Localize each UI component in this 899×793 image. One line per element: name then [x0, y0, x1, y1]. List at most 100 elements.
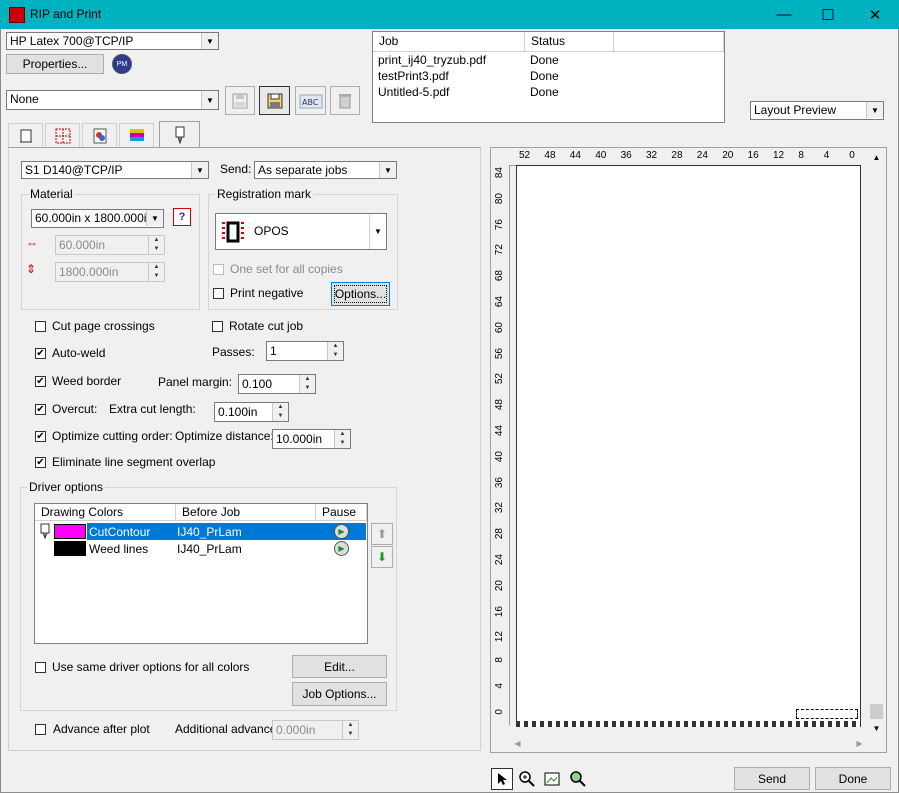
tiling-tab-icon[interactable]	[45, 123, 80, 147]
preview-mode-select[interactable]: Layout Preview ▼	[750, 101, 884, 120]
registration-mark-select[interactable]: OPOS ▼	[215, 213, 387, 250]
send-label: Send:	[220, 162, 252, 176]
width-arrow-icon: ⇔	[26, 236, 38, 250]
layout-tab-icon[interactable]	[8, 123, 43, 147]
vertical-scrollbar[interactable]: ▲ ▼	[868, 149, 885, 734]
material-size-select[interactable]: 60.000in x 1800.000in ▼	[31, 209, 164, 228]
driver-column-pause[interactable]: Pause	[316, 504, 367, 521]
spin-arrows-icon[interactable]: ▲ ▼	[334, 430, 350, 448]
cutter-select[interactable]: S1 D140@TCP/IP ▼	[21, 161, 209, 179]
job-name[interactable]: testPrint3.pdf	[378, 69, 449, 83]
registration-options-button[interactable]: Options...	[331, 282, 390, 306]
advance-after-plot-checkbox[interactable]	[35, 724, 46, 735]
zoom-in-icon[interactable]	[516, 768, 538, 790]
driver-colors-list[interactable]: Drawing Colors Before Job Pause CutConto…	[34, 503, 368, 644]
preset-select[interactable]: None ▼	[6, 90, 219, 110]
fit-page-icon[interactable]	[541, 768, 563, 790]
media-sheet[interactable]	[516, 165, 861, 722]
driver-before-job: IJ40_PrLam	[177, 542, 242, 556]
job-thumbnail[interactable]	[796, 709, 858, 719]
material-length-field: 1800.000in ▲ ▼	[55, 262, 165, 282]
driver-column-before-job[interactable]: Before Job	[176, 504, 316, 521]
color-tab-icon[interactable]	[82, 123, 117, 147]
jobs-column-status[interactable]: Status	[525, 32, 614, 52]
material-help-icon[interactable]: ?	[173, 208, 191, 226]
print-negative-label: Print negative	[230, 286, 304, 300]
move-down-icon[interactable]: ⬇	[371, 546, 393, 568]
send-button[interactable]: Send	[734, 767, 810, 790]
delete-icon[interactable]	[330, 86, 360, 115]
material-width-value: 60.000in	[59, 238, 106, 252]
extra-cut-field[interactable]: 0.100in ▲ ▼	[214, 402, 289, 422]
maximize-button[interactable]: ☐	[805, 0, 851, 29]
driver-color-name: Weed lines	[89, 542, 149, 556]
jobs-column-job[interactable]: Job	[373, 32, 525, 52]
jobs-list[interactable]: Job Status print_ij40_tryzub.pdf Done te…	[372, 31, 725, 123]
save-as-icon[interactable]	[259, 86, 290, 115]
cut-page-crossings-checkbox[interactable]	[35, 321, 46, 332]
driver-row[interactable]: Weed lines IJ40_PrLam ▶	[36, 540, 366, 557]
job-options-button[interactable]: Job Options...	[292, 682, 387, 706]
optimize-distance-value: 10.000in	[276, 432, 323, 446]
printer-select[interactable]: HP Latex 700@TCP/IP ▼	[6, 32, 219, 50]
scroll-left-icon[interactable]: ◀	[509, 735, 526, 752]
auto-weld-checkbox[interactable]: ✔	[35, 348, 46, 359]
marks-tab-icon[interactable]	[119, 123, 154, 147]
pointer-icon[interactable]	[491, 768, 513, 790]
move-up-icon[interactable]: ⬆	[371, 523, 393, 545]
opos-mark-icon	[222, 220, 244, 244]
same-options-checkbox[interactable]	[35, 662, 46, 673]
spin-arrows-icon[interactable]: ▲ ▼	[299, 375, 315, 393]
driver-column-colors[interactable]: Drawing Colors	[35, 504, 176, 521]
panel-margin-field[interactable]: 0.100 ▲ ▼	[238, 374, 316, 394]
done-button[interactable]: Done	[815, 767, 891, 790]
job-name[interactable]: print_ij40_tryzub.pdf	[378, 53, 486, 67]
overcut-label: Overcut:	[52, 402, 98, 416]
scroll-up-icon[interactable]: ▲	[868, 149, 885, 166]
length-arrow-icon: ⇕	[26, 262, 37, 276]
zoom-icon[interactable]	[567, 768, 589, 790]
spell-check-icon[interactable]: ABC	[295, 86, 326, 115]
spin-arrows-icon[interactable]: ▲ ▼	[327, 342, 343, 360]
spin-arrows-icon[interactable]: ▲ ▼	[272, 403, 288, 421]
panel-margin-label: Panel margin:	[158, 375, 233, 389]
one-set-checkbox	[213, 264, 224, 275]
scroll-down-icon[interactable]: ▼	[868, 720, 885, 737]
extra-cut-label: Extra cut length:	[109, 402, 196, 416]
overcut-checkbox[interactable]: ✔	[35, 404, 46, 415]
ruler-tick-label: 16	[494, 605, 505, 617]
close-button[interactable]: ✕	[852, 0, 898, 29]
scroll-thumb[interactable]	[870, 704, 883, 719]
optimize-order-checkbox[interactable]: ✔	[35, 431, 46, 442]
edit-button[interactable]: Edit...	[292, 655, 387, 678]
play-icon[interactable]: ▶	[334, 524, 349, 539]
material-size-value: 60.000in x 1800.000in	[35, 211, 154, 225]
cut-tab-icon[interactable]	[159, 121, 200, 148]
horizontal-scrollbar[interactable]: ◀ ▶	[509, 735, 868, 752]
ruler-tick-label: 84	[494, 167, 505, 179]
job-name[interactable]: Untitled-5.pdf	[378, 85, 449, 99]
ruler-tick-label: 40	[494, 450, 505, 462]
scroll-right-icon[interactable]: ▶	[851, 735, 868, 752]
minimize-button[interactable]: —	[761, 0, 807, 29]
optimize-distance-field[interactable]: 10.000in ▲ ▼	[272, 429, 351, 449]
eliminate-overlap-checkbox[interactable]: ✔	[35, 457, 46, 468]
ruler-tick-label: 0	[494, 708, 505, 715]
printer-manager-icon[interactable]: PM	[112, 54, 132, 74]
chevron-down-icon: ▼	[379, 162, 396, 178]
preview-mode-value: Layout Preview	[754, 103, 837, 117]
save-icon[interactable]	[225, 86, 255, 115]
passes-field[interactable]: 1 ▲ ▼	[266, 341, 344, 361]
eliminate-overlap-label: Eliminate line segment overlap	[52, 455, 216, 469]
passes-value: 1	[270, 344, 277, 358]
properties-button[interactable]: Properties...	[6, 54, 104, 74]
material-length-value: 1800.000in	[59, 265, 119, 279]
print-negative-checkbox[interactable]	[213, 288, 224, 299]
ruler-tick-label: 8	[798, 150, 804, 161]
send-mode-select[interactable]: As separate jobs ▼	[254, 161, 397, 179]
play-icon[interactable]: ▶	[334, 541, 349, 556]
rotate-cut-job-checkbox[interactable]	[212, 321, 223, 332]
preview-pane[interactable]: 52 48 44 40 36 32 28 24 20 16 12 8 4 0 84 80 76 72 68 64 60…	[490, 147, 887, 753]
weed-border-checkbox[interactable]: ✔	[35, 376, 46, 387]
driver-row[interactable]: CutContour IJ40_PrLam ▶	[36, 523, 366, 540]
